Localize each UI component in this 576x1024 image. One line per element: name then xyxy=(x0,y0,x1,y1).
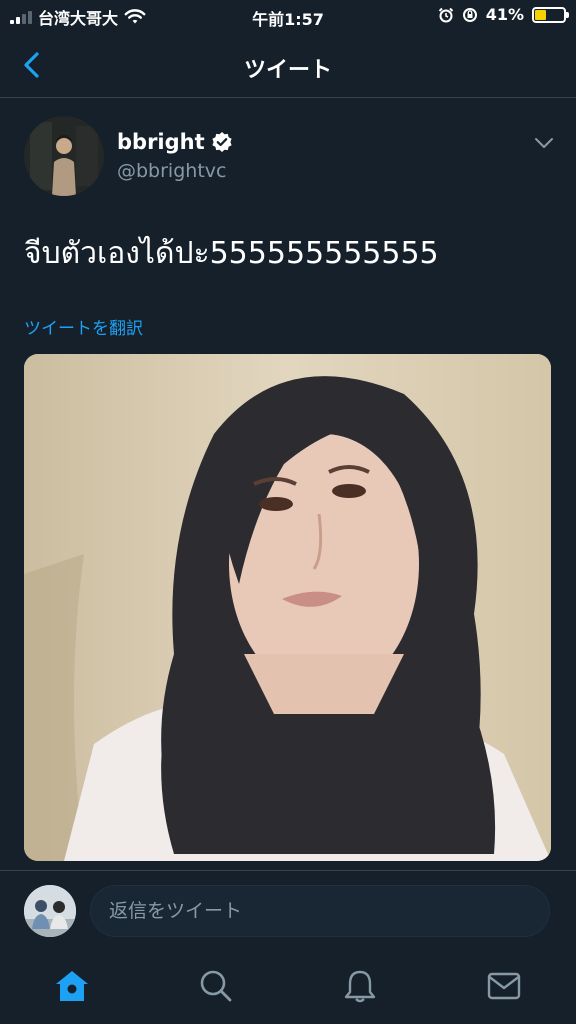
my-avatar[interactable] xyxy=(24,885,76,937)
battery-fill xyxy=(535,9,547,20)
alarm-icon xyxy=(438,7,453,22)
tab-notifications[interactable] xyxy=(342,968,378,1004)
tab-bar xyxy=(0,950,576,1024)
carrier-label: 台湾大哥大 xyxy=(38,9,119,28)
back-button[interactable] xyxy=(16,50,46,80)
reply-input[interactable] xyxy=(90,885,550,937)
reply-bar xyxy=(0,870,576,950)
author-name-label: bbright xyxy=(117,130,205,154)
tweet-media[interactable] xyxy=(24,354,551,861)
verified-badge-icon xyxy=(212,132,232,152)
tweet-photo xyxy=(24,354,551,861)
tab-home[interactable] xyxy=(54,968,90,1004)
battery-percent: 41% xyxy=(485,5,524,24)
search-icon xyxy=(200,970,232,1002)
author-avatar[interactable] xyxy=(24,116,104,196)
tweet-text: จีบตัวเองได้ปะ555555555555 xyxy=(24,236,439,271)
page-title: ツイート xyxy=(243,58,332,83)
orientation-lock-icon xyxy=(462,7,477,22)
chevron-left-icon xyxy=(24,52,39,78)
battery-icon xyxy=(532,6,569,23)
tweet-author: bbright @bbrightvc xyxy=(24,116,560,198)
bell-icon xyxy=(344,970,376,1003)
status-bar: 台湾大哥大 午前1:57 41% xyxy=(0,0,576,34)
signal-icon xyxy=(10,10,32,24)
tweet-menu-button[interactable] xyxy=(534,134,554,153)
home-icon xyxy=(56,971,88,1001)
tab-search[interactable] xyxy=(198,968,234,1004)
nav-header: ツイート xyxy=(0,34,576,98)
author-handle[interactable]: @bbrightvc xyxy=(117,160,226,182)
author-name[interactable]: bbright xyxy=(117,130,233,154)
tab-messages[interactable] xyxy=(486,968,522,1004)
status-right: 41% xyxy=(438,5,569,24)
mail-icon xyxy=(487,972,521,1000)
author-avatar-image xyxy=(24,116,104,196)
wifi-icon xyxy=(124,9,146,24)
translate-link[interactable]: ツイートを翻訳 xyxy=(24,314,143,339)
my-avatar-image xyxy=(24,885,76,937)
status-left: 台湾大哥大 xyxy=(10,5,146,29)
chevron-down-icon xyxy=(535,138,553,148)
